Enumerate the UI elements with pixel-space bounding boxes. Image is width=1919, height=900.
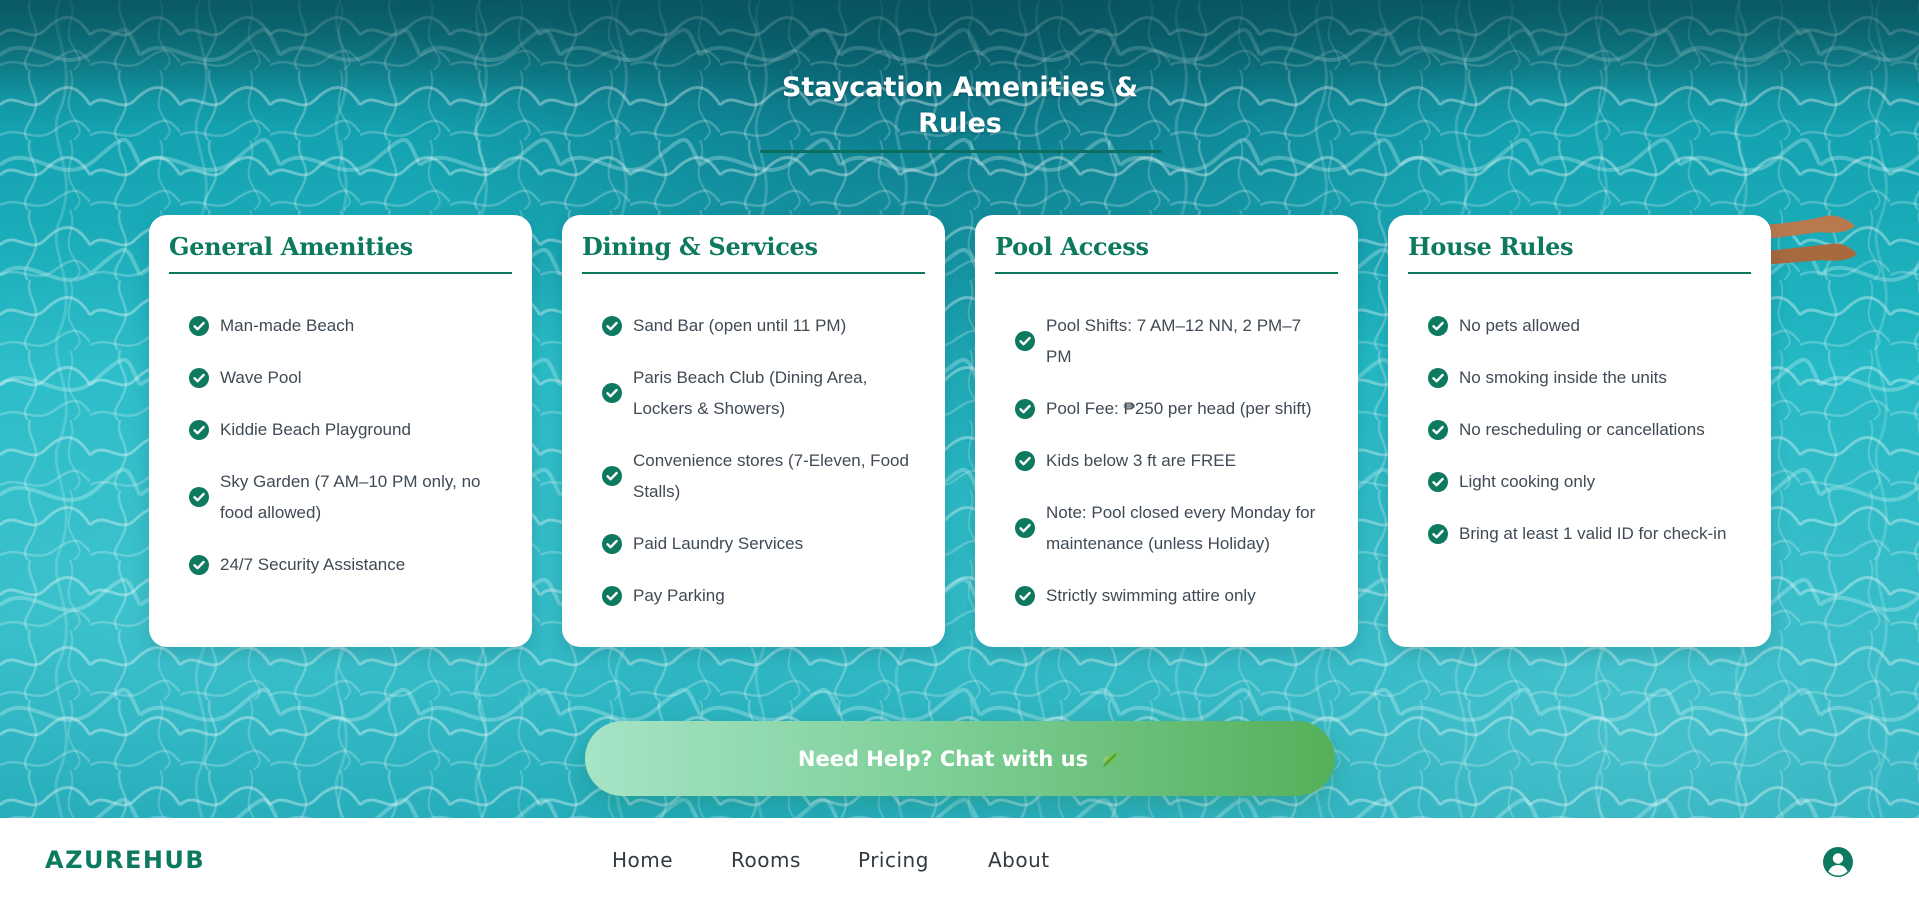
list-item: Paid Laundry Services [602,528,915,559]
check-circle-icon [189,487,209,507]
check-circle-icon [1015,585,1035,606]
rules-list: No pets allowed No smoking inside the un… [1408,310,1751,549]
check-circle-icon [602,585,622,606]
list-item: Light cooking only [1428,466,1741,497]
card-title: Dining & Services [582,231,925,274]
user-circle-icon[interactable] [1822,846,1854,878]
bottom-navbar: AZUREHUB Home Rooms Pricing About [0,818,1919,900]
check-circle-icon [1428,471,1448,492]
list-item: Pay Parking [602,580,915,611]
check-circle-icon [1428,523,1448,544]
check-circle-icon [602,533,622,554]
check-circle-icon [1428,367,1448,388]
list-item: No smoking inside the units [1428,362,1741,393]
list-item: Convenience stores (7-Eleven, Food Stall… [602,445,915,507]
check-circle-icon [1015,398,1035,419]
nav-link-rooms[interactable]: Rooms [731,848,801,872]
card-title: Pool Access [995,231,1338,274]
pool-list: Pool Shifts: 7 AM–12 NN, 2 PM–7 PM Pool … [995,310,1338,611]
list-item: Sand Bar (open until 11 PM) [602,310,915,341]
check-circle-icon [1428,315,1448,336]
check-circle-icon [602,466,622,486]
check-circle-icon [602,383,622,403]
card-pool-access: Pool Access Pool Shifts: 7 AM–12 NN, 2 P… [975,215,1358,647]
services-list: Sand Bar (open until 11 PM) Paris Beach … [582,310,925,611]
check-circle-icon [189,554,209,575]
chat-help-button[interactable]: Need Help? Chat with us [585,721,1335,796]
check-circle-icon [189,367,209,388]
title-underline [760,150,1162,153]
card-title: House Rules [1408,231,1751,274]
nav-link-about[interactable]: About [988,848,1050,872]
chat-help-label: Need Help? Chat with us [797,746,1089,771]
list-item: No pets allowed [1428,310,1741,341]
list-item: Pool Fee: ₱250 per head (per shift) [1015,393,1328,424]
section-title: Staycation Amenities & Rules [781,72,1139,139]
check-circle-icon [189,419,209,440]
list-item: Kids below 3 ft are FREE [1015,445,1328,476]
list-item: Paris Beach Club (Dining Area, Lockers &… [602,362,915,424]
list-item: Wave Pool [189,362,502,393]
check-circle-icon [189,315,209,336]
nav-link-home[interactable]: Home [612,848,673,872]
check-circle-icon [1428,419,1448,440]
card-general-amenities: General Amenities Man-made Beach Wave Po… [149,215,532,647]
card-title: General Amenities [169,231,512,274]
check-circle-icon [1015,331,1035,351]
nav-link-pricing[interactable]: Pricing [858,848,929,872]
check-circle-icon [602,315,622,336]
list-item: Note: Pool closed every Monday for maint… [1015,497,1328,559]
check-circle-icon [1015,518,1035,538]
list-item: No rescheduling or cancellations [1428,414,1741,445]
card-dining-services: Dining & Services Sand Bar (open until 1… [562,215,945,647]
card-house-rules: House Rules No pets allowed No smoking i… [1388,215,1771,647]
list-item: Man-made Beach [189,310,502,341]
list-item: Sky Garden (7 AM–10 PM only, no food all… [189,466,502,528]
brand-logo[interactable]: AZUREHUB [45,846,205,874]
list-item: Pool Shifts: 7 AM–12 NN, 2 PM–7 PM [1015,310,1328,372]
check-circle-icon [1015,450,1035,471]
list-item: Kiddie Beach Playground [189,414,502,445]
leaf-icon [1102,751,1119,767]
list-item: Strictly swimming attire only [1015,580,1328,611]
amenities-list: Man-made Beach Wave Pool Kiddie Beach Pl… [169,310,512,580]
list-item: Bring at least 1 valid ID for check-in [1428,518,1741,549]
list-item: 24/7 Security Assistance [189,549,502,580]
